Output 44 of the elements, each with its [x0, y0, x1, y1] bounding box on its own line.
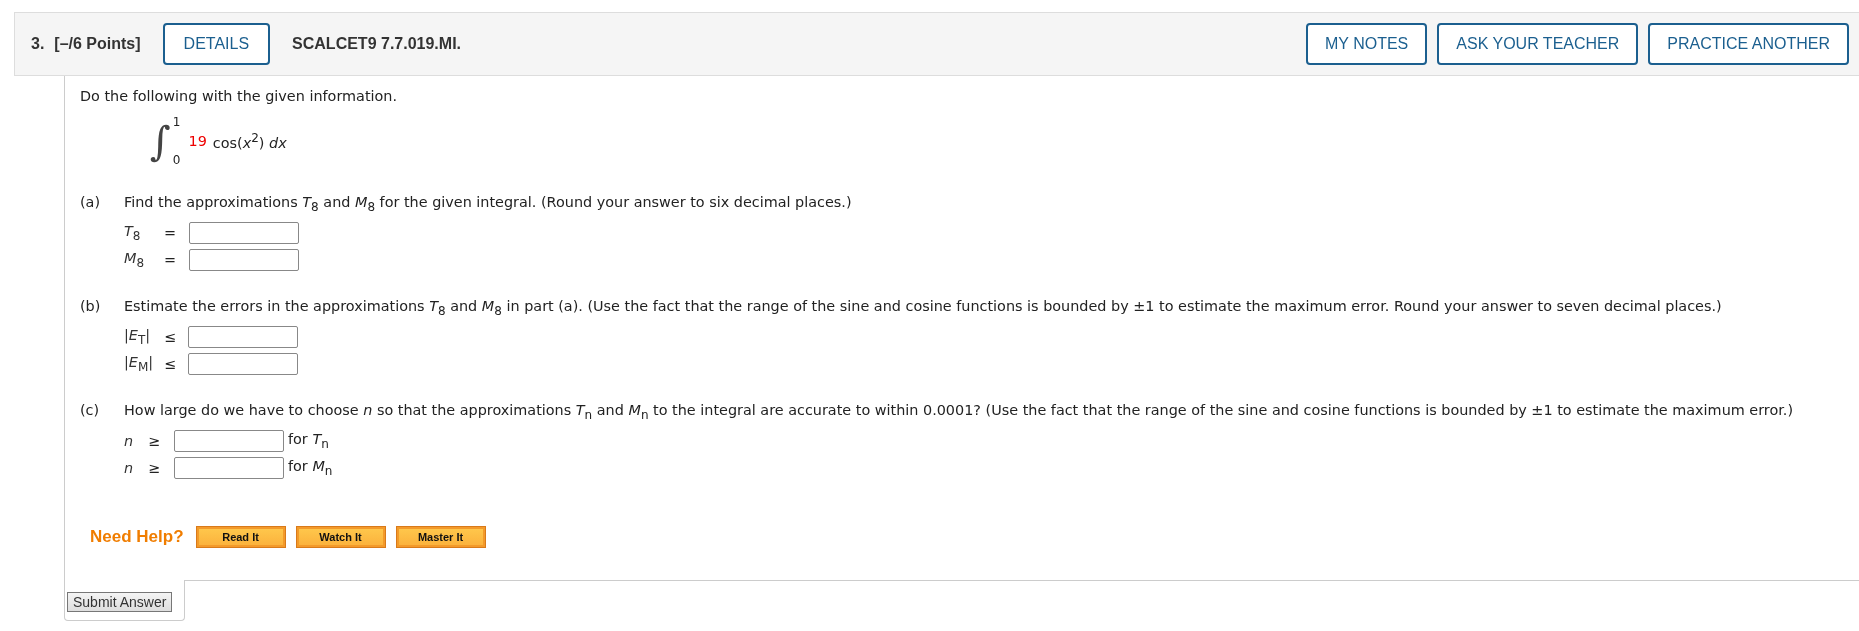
answer-field[interactable]	[188, 326, 298, 349]
need-help-label: Need Help?	[90, 526, 184, 547]
points-label: [–/6 Points]	[54, 35, 141, 53]
answer-label: T$_{8}$	[124, 223, 142, 244]
answer-field[interactable]	[174, 430, 284, 453]
header-button[interactable]: MY NOTES	[1306, 23, 1428, 65]
question-text: How large do we have to choose n so that the approximations T$_{n}$ and M$_{n}$ to the integral are accurate to within 0.0001? (Use the fact that the range of the sine and cosine functions is bounded by ±1 to estimate the maximum error.)	[124, 401, 1794, 422]
answer-field[interactable]	[188, 353, 298, 376]
relation-symbol: ≥	[148, 433, 162, 450]
part-label: (b)	[80, 297, 102, 316]
answer-label: M$_{8}$	[124, 250, 146, 271]
part-label: (a)	[80, 194, 102, 212]
answer-field[interactable]	[189, 249, 299, 272]
upper-limit: 1	[172, 115, 181, 129]
details-button[interactable]: DETAILS	[162, 23, 271, 65]
question-number: 3.	[31, 35, 45, 53]
header-button[interactable]: ASK YOUR TEACHER	[1437, 23, 1639, 65]
integrand: cos(x$^{2}$) dx	[212, 131, 287, 151]
part-label: (c)	[80, 401, 101, 420]
relation-symbol: ≤	[164, 356, 178, 373]
relation-symbol: ≤	[164, 329, 178, 346]
question-text: Find the approximations T$_{8}$ and M$_{8}$ for the given integral. (Round your answer to six decimal places.)	[124, 194, 852, 214]
instruction-text: Do the following with the given information.	[80, 88, 399, 104]
answer-label: |E$_{M}$|	[124, 354, 155, 375]
relation-symbol: =	[164, 252, 178, 269]
answer-label: |E$_{T}$|	[124, 327, 152, 348]
answer-suffix: for M$_{n}$	[288, 458, 333, 479]
answer-label: n	[124, 433, 135, 450]
relation-symbol: ≥	[148, 460, 162, 477]
relation-symbol: =	[164, 225, 178, 242]
answer-suffix: for T$_{n}$	[288, 431, 329, 452]
help-button[interactable]: Watch It	[295, 525, 386, 548]
help-button[interactable]: Master It	[395, 525, 486, 548]
lower-limit: 0	[172, 153, 181, 167]
coefficient: 19	[188, 133, 207, 149]
integral-sign: ∫	[150, 118, 171, 164]
answer-field[interactable]	[189, 222, 299, 245]
answer-label: n	[124, 460, 135, 477]
header-button[interactable]: PRACTICE ANOTHER	[1648, 23, 1849, 65]
help-button[interactable]: Read It	[195, 525, 286, 548]
question-text: Estimate the errors in the approximations T$_{8}$ and M$_{8}$ in part (a). (Use the fact that the range of the sine and cosine functions is bounded by ±1 to estimate the maximum error. Round your answer to seven decimal places.)	[124, 297, 1722, 318]
answer-field[interactable]	[174, 457, 284, 480]
problem-id: SCALCET9 7.7.019.MI.	[292, 35, 462, 53]
submit-button[interactable]: Submit Answer	[67, 591, 173, 612]
